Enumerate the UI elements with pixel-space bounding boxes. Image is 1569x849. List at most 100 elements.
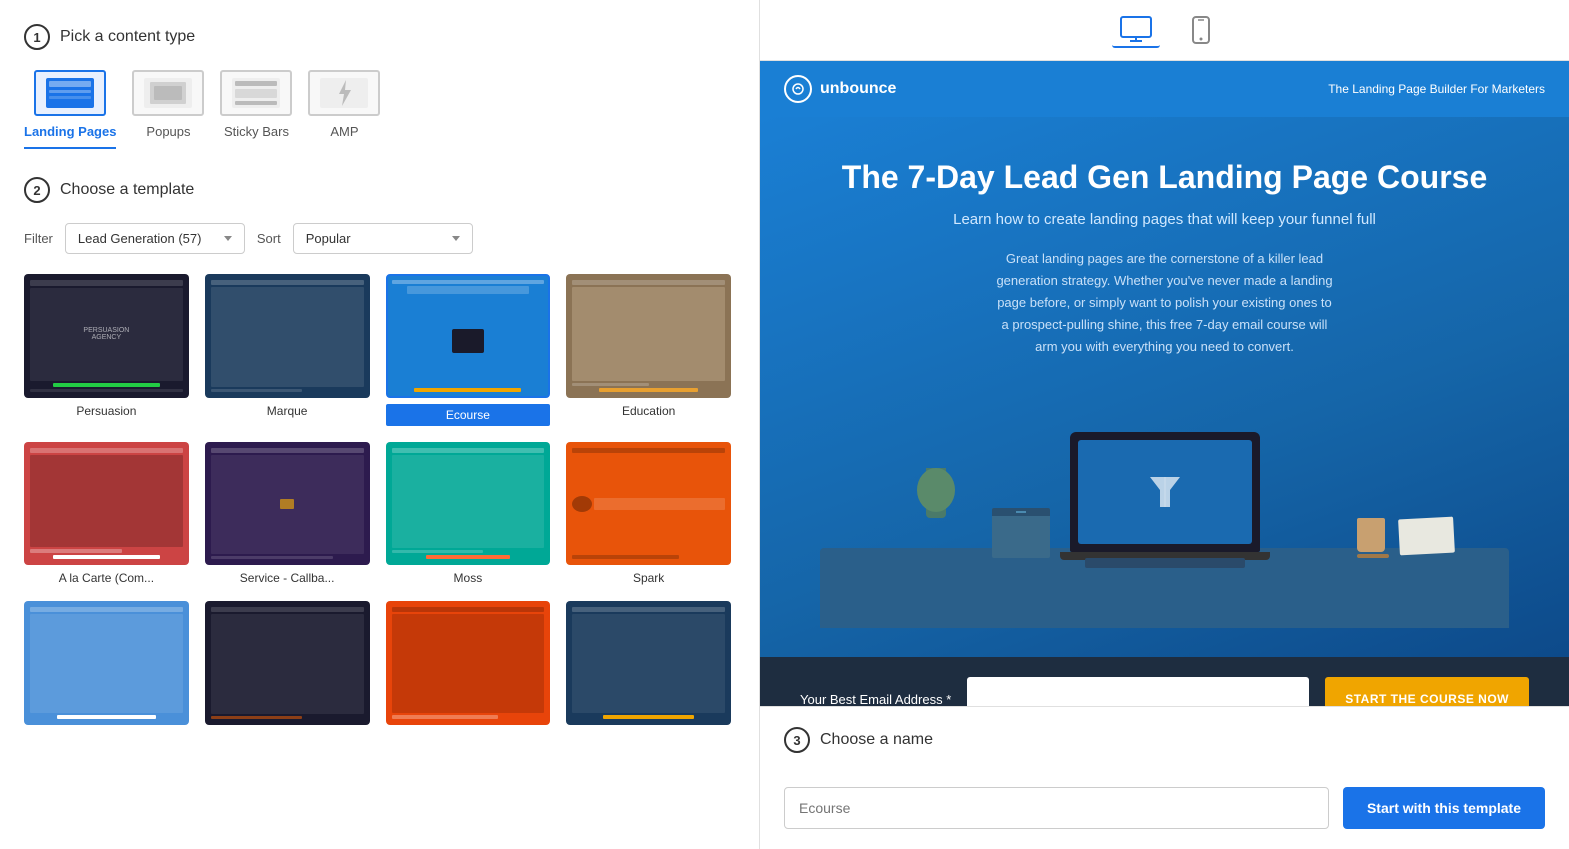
template-card-row3d[interactable] — [566, 601, 731, 731]
sort-value: Popular — [306, 231, 444, 246]
template-name-education: Education — [566, 404, 731, 418]
device-toggle-bar — [760, 0, 1569, 61]
template-card-marque[interactable]: Marque — [205, 274, 370, 426]
start-template-button[interactable]: Start with this template — [1343, 787, 1545, 829]
step2-header: 2 Choose a template — [24, 177, 735, 203]
box-mock — [992, 508, 1050, 558]
preview-area: unbounce The Landing Page Builder For Ma… — [760, 61, 1569, 706]
template-card-row3c[interactable] — [386, 601, 551, 731]
sort-label: Sort — [257, 231, 281, 246]
preview-hero: The 7-Day Lead Gen Landing Page Course L… — [760, 117, 1569, 657]
template-name-alacarte: A la Carte (Com... — [24, 571, 189, 585]
template-card-ecourse[interactable]: Ecourse — [386, 274, 551, 426]
template-card-moss[interactable]: Moss — [386, 442, 551, 586]
left-panel: 1 Pick a content type Landing Pages — [0, 0, 760, 849]
preview-cta-button[interactable]: START THE COURSE NOW — [1325, 677, 1529, 706]
preview-hero-title: The 7-Day Lead Gen Landing Page Course — [820, 157, 1509, 199]
landing-pages-label: Landing Pages — [24, 124, 116, 139]
template-name-persuasion: Persuasion — [24, 404, 189, 418]
sort-chevron-icon — [452, 236, 460, 241]
desk-illustration — [820, 388, 1509, 628]
preview-cta-input[interactable] — [967, 677, 1309, 706]
template-thumb-ecourse — [386, 274, 551, 398]
content-type-sticky-bars[interactable]: Sticky Bars — [220, 70, 292, 149]
sticky-bars-icon — [220, 70, 292, 116]
template-name-input[interactable] — [784, 787, 1329, 829]
template-name-moss: Moss — [386, 571, 551, 585]
template-name-spark: Spark — [566, 571, 731, 585]
template-name-ecourse: Ecourse — [386, 404, 551, 426]
preview-hero-body: Great landing pages are the cornerstone … — [995, 248, 1335, 358]
template-thumb-row3b — [205, 601, 370, 725]
laptop-mock — [1070, 432, 1260, 560]
step1-title: Pick a content type — [60, 28, 195, 46]
desktop-icon — [1120, 16, 1152, 42]
desktop-device-btn[interactable] — [1112, 12, 1160, 48]
preview-cta-section: Your Best Email Address * START THE COUR… — [760, 657, 1569, 706]
template-grid-container: PERSUASIONAGENCY Persuasion Marque — [24, 274, 735, 849]
popups-icon — [132, 70, 204, 116]
step2-circle: 2 — [24, 177, 50, 203]
content-type-landing-pages[interactable]: Landing Pages — [24, 70, 116, 149]
filter-dropdown[interactable]: Lead Generation (57) — [65, 223, 245, 254]
papers-mock — [1399, 518, 1454, 558]
unbounce-logo-circle — [784, 75, 812, 103]
sort-dropdown[interactable]: Popular — [293, 223, 473, 254]
template-card-persuasion[interactable]: PERSUASIONAGENCY Persuasion — [24, 274, 189, 426]
filter-value: Lead Generation (57) — [78, 231, 216, 246]
template-card-alacarte[interactable]: A la Carte (Com... — [24, 442, 189, 586]
preview-nav-tagline: The Landing Page Builder For Marketers — [1328, 82, 1545, 96]
preview-logo-text: unbounce — [820, 80, 896, 98]
filter-chevron-icon — [224, 236, 232, 241]
template-thumb-moss — [386, 442, 551, 566]
right-panel: unbounce The Landing Page Builder For Ma… — [760, 0, 1569, 849]
keyboard-mock — [1085, 558, 1245, 568]
sticky-bars-label: Sticky Bars — [224, 124, 289, 139]
template-card-row3b[interactable] — [205, 601, 370, 731]
template-name-marque: Marque — [205, 404, 370, 418]
filter-sort-row: Filter Lead Generation (57) Sort Popular — [24, 223, 735, 254]
template-card-service[interactable]: Service - Callba... — [205, 442, 370, 586]
amp-label: AMP — [330, 124, 358, 139]
template-thumb-alacarte — [24, 442, 189, 566]
step1-circle: 1 — [24, 24, 50, 50]
template-grid: PERSUASIONAGENCY Persuasion Marque — [24, 274, 731, 751]
unbounce-logo-icon — [791, 82, 805, 96]
template-card-row3a[interactable] — [24, 601, 189, 731]
template-thumb-spark — [566, 442, 731, 566]
content-type-amp[interactable]: AMP — [308, 70, 380, 149]
amp-icon — [308, 70, 380, 116]
landing-pages-icon — [34, 70, 106, 116]
template-card-spark[interactable]: Spark — [566, 442, 731, 586]
template-thumb-service — [205, 442, 370, 566]
step3-title: Choose a name — [820, 731, 933, 749]
step2-title: Choose a template — [60, 181, 194, 199]
mobile-device-btn[interactable] — [1184, 12, 1218, 48]
name-input-row: Start with this template — [784, 787, 1545, 829]
template-thumb-education — [566, 274, 731, 398]
step1-header: 1 Pick a content type — [24, 24, 735, 50]
content-type-row: Landing Pages Popups Sticky Bars — [24, 70, 735, 149]
template-thumb-row3c — [386, 601, 551, 725]
plant-mock — [916, 468, 956, 558]
preview-page: unbounce The Landing Page Builder For Ma… — [760, 61, 1569, 706]
coffee-mock — [1357, 518, 1385, 558]
step3-header: 3 Choose a name — [784, 727, 1545, 753]
step3-section: 3 Choose a name Start with this template — [760, 706, 1569, 849]
preview-logo: unbounce — [784, 75, 896, 103]
filter-label: Filter — [24, 231, 53, 246]
funnel-icon — [1145, 472, 1185, 512]
popups-label: Popups — [146, 124, 190, 139]
template-thumb-persuasion: PERSUASIONAGENCY — [24, 274, 189, 398]
template-card-education[interactable]: Education — [566, 274, 731, 426]
preview-cta-label: Your Best Email Address * — [800, 692, 951, 707]
step3-circle: 3 — [784, 727, 810, 753]
mobile-icon — [1192, 16, 1210, 44]
template-thumb-marque — [205, 274, 370, 398]
content-type-popups[interactable]: Popups — [132, 70, 204, 149]
preview-nav: unbounce The Landing Page Builder For Ma… — [760, 61, 1569, 117]
preview-hero-image — [820, 388, 1509, 628]
name-input-wrap — [784, 787, 1329, 829]
template-thumb-row3a — [24, 601, 189, 725]
template-thumb-row3d — [566, 601, 731, 725]
